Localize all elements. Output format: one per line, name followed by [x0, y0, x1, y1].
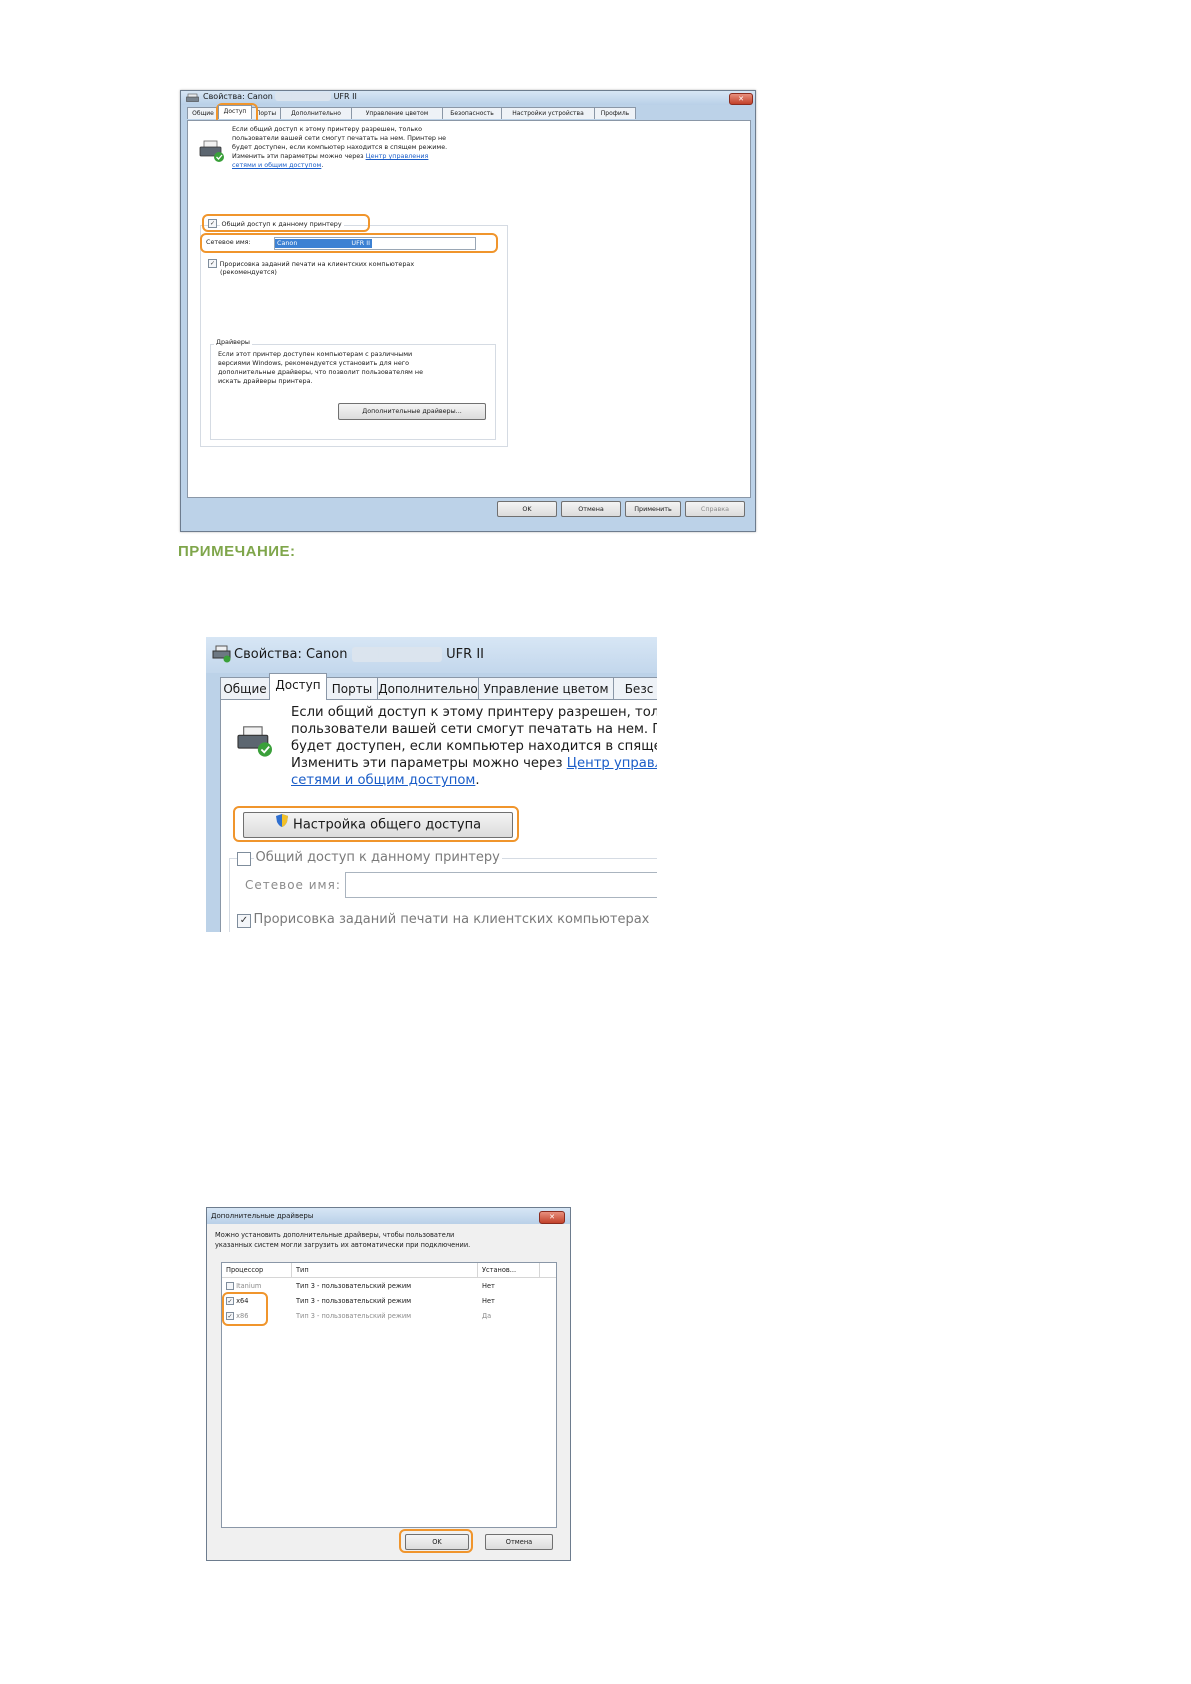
window-title: Дополнительные драйверы: [211, 1212, 314, 1220]
ok-button[interactable]: OK: [497, 501, 557, 517]
drivers-legend: Драйверы: [214, 338, 252, 346]
tab-color-management[interactable]: Управление цветом: [351, 107, 443, 119]
share-printer-checkbox[interactable]: [237, 851, 251, 866]
dialog-body: Можно установить дополнительные драйверы…: [207, 1224, 570, 1560]
share-name-label: Сетевое имя:: [245, 878, 341, 892]
title-bar: Свойства: Canon iR-ADV C5235 UFR II ✕: [181, 91, 755, 105]
list-item[interactable]: ✓ x86 Тип 3 - пользовательский режим Да: [222, 1309, 556, 1323]
help-button[interactable]: Справка: [685, 501, 745, 517]
sharing-info: Если общий доступ к этому принтеру разре…: [291, 704, 657, 789]
network-center-link-cont[interactable]: сетями и общим доступом: [232, 161, 321, 169]
printer-icon: [186, 93, 200, 105]
sharing-tab-pane: Если общий доступ к этому принтеру разре…: [220, 699, 657, 932]
window-title: Свойства: Canon iR-ADV C5235 UFR II: [234, 647, 484, 662]
info-line: Если общий доступ к этому принтеру разре…: [232, 125, 422, 133]
list-header: Процессор Тип Установ...: [222, 1263, 556, 1278]
info-line: Изменить эти параметры можно через: [232, 152, 364, 160]
tab-ports[interactable]: Порты: [326, 677, 378, 700]
column-header-type[interactable]: Тип: [292, 1263, 478, 1277]
list-item[interactable]: ✓ x64 Тип 3 - пользовательский режим Нет: [222, 1294, 556, 1308]
column-header-processor[interactable]: Процессор: [222, 1263, 292, 1277]
note-heading: ПРИМЕЧАНИЕ:: [178, 543, 296, 560]
window-title: Свойства: Canon iR-ADV C5235 UFR II: [203, 92, 357, 101]
tab-security[interactable]: Безопасность: [442, 107, 502, 119]
highlight-ok: [399, 1529, 473, 1553]
tab-advanced[interactable]: Дополнительно: [280, 107, 352, 119]
tab-general[interactable]: Общие: [220, 677, 270, 700]
highlight-sharing-settings: [233, 806, 519, 842]
tab-sharing[interactable]: Доступ: [269, 673, 327, 700]
render-jobs-checkbox[interactable]: ✓: [237, 913, 251, 928]
tab-profile[interactable]: Профиль: [594, 107, 636, 119]
additional-drivers-dialog: Дополнительные драйверы ✕ Можно установи…: [206, 1207, 571, 1561]
shared-printer-icon: [198, 139, 226, 165]
cancel-button[interactable]: Отмена: [485, 1534, 553, 1550]
highlight-x64-x86: [222, 1292, 268, 1326]
drivers-description: Если этот принтер доступен компьютерам с…: [218, 350, 424, 385]
tab-advanced[interactable]: Дополнительно: [377, 677, 479, 700]
tab-device-settings[interactable]: Настройки устройства: [501, 107, 595, 119]
share-name-field[interactable]: [345, 872, 657, 898]
render-jobs-label-cont: (рекомендуется): [220, 268, 277, 276]
tab-security[interactable]: Безс: [613, 677, 657, 700]
additional-drivers-button[interactable]: Дополнительные драйверы...: [338, 403, 486, 420]
info-line: пользователи вашей сети смогут печатать …: [232, 134, 447, 142]
row-checkbox[interactable]: [226, 1282, 234, 1290]
network-center-link-cont[interactable]: сетями и общим доступом: [291, 773, 475, 788]
printer-properties-zoom: Свойства: Canon iR-ADV C5235 UFR II Общи…: [206, 637, 657, 932]
highlight-share-checkbox: [202, 214, 370, 232]
cancel-button[interactable]: Отмена: [561, 501, 621, 517]
list-item[interactable]: Itanium Тип 3 - пользовательский режим Н…: [222, 1279, 556, 1293]
render-jobs-checkbox-row[interactable]: ✓ Прорисовка заданий печати на клиентски…: [237, 912, 649, 928]
highlight-share-name: [200, 233, 498, 253]
network-center-link[interactable]: Центр управления: [366, 152, 429, 160]
tab-sharing[interactable]: Доступ: [218, 105, 252, 119]
share-printer-label: Общий доступ к данному принтеру: [253, 850, 502, 865]
render-jobs-checkbox[interactable]: ✓: [208, 259, 217, 268]
apply-button[interactable]: Применить: [625, 501, 681, 517]
title-bar: Дополнительные драйверы ✕: [207, 1208, 570, 1224]
drivers-list[interactable]: Процессор Тип Установ... Itanium Тип 3 -…: [221, 1262, 557, 1528]
blurred-model-name: iR-ADV C5235: [275, 92, 332, 101]
tab-general[interactable]: Общие: [187, 107, 219, 119]
sharing-tab-pane: Если общий доступ к этому принтеру разре…: [187, 120, 751, 498]
close-button[interactable]: ✕: [539, 1211, 565, 1224]
printer-properties-dialog: Свойства: Canon iR-ADV C5235 UFR II ✕ Об…: [180, 90, 756, 532]
info-line: будет доступен, если компьютер находится…: [232, 143, 448, 151]
render-jobs-label: Прорисовка заданий печати на клиентских …: [219, 260, 415, 268]
close-button[interactable]: ✕: [729, 93, 753, 105]
shared-printer-icon: [235, 724, 275, 760]
render-jobs-label: Прорисовка заданий печати на клиентских …: [253, 912, 650, 927]
printer-icon: [212, 645, 232, 665]
title-bar: Свойства: Canon iR-ADV C5235 UFR II: [206, 637, 657, 673]
tab-color-management[interactable]: Управление цветом: [478, 677, 614, 700]
network-center-link[interactable]: Центр управлен: [567, 756, 657, 771]
description: Можно установить дополнительные драйверы…: [215, 1231, 471, 1249]
sharing-info: Если общий доступ к этому принтеру разре…: [232, 125, 448, 169]
column-header-installed[interactable]: Установ...: [478, 1263, 540, 1277]
blurred-model-name: iR-ADV C5235: [351, 647, 443, 662]
share-printer-checkbox-row[interactable]: Общий доступ к данному принтеру: [237, 850, 502, 866]
